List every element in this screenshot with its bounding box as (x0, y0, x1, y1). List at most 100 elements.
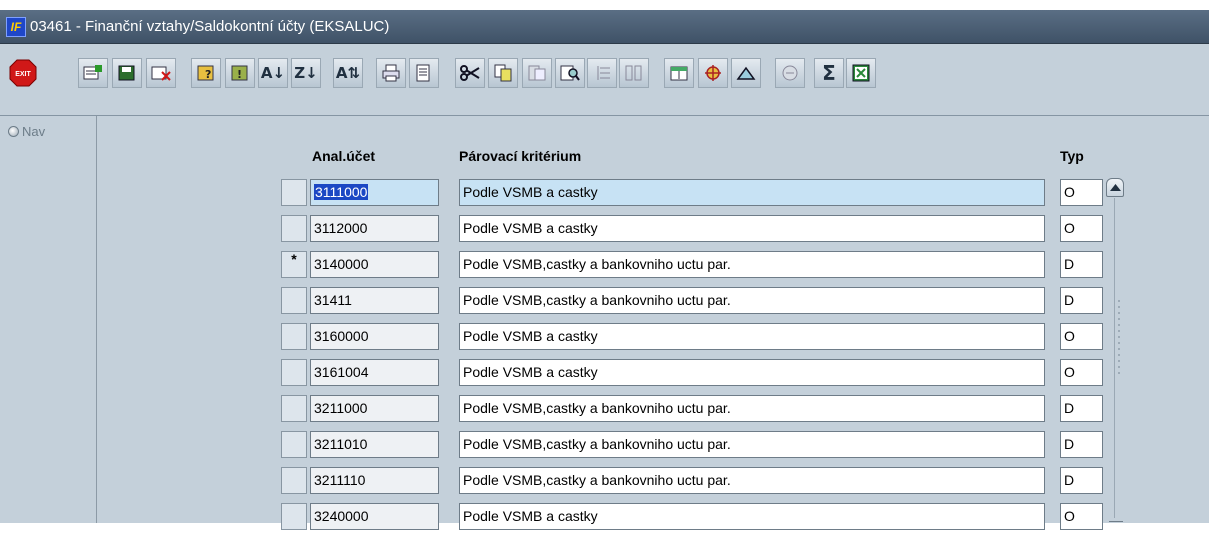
account-code-field[interactable]: 3111000 (310, 179, 439, 206)
app-icon: IF (6, 17, 26, 37)
account-code-field[interactable]: 3161004 (310, 359, 439, 386)
cut-icon (460, 65, 480, 81)
record-indicator[interactable] (281, 431, 307, 458)
exit-button[interactable]: EXIT (8, 58, 38, 88)
record-indicator[interactable] (281, 467, 307, 494)
type-field[interactable]: D (1060, 467, 1103, 494)
scroll-end (1109, 521, 1123, 522)
table-row[interactable]: 3211010 Podle VSMB,castky a bankovniho uc… (97, 428, 1209, 464)
navigation-panel: Nav (0, 116, 97, 523)
record-indicator[interactable] (281, 287, 307, 314)
table-row[interactable]: 3112000 Podle VSMB a castky O (97, 212, 1209, 248)
matching-criterion-field[interactable]: Podle VSMB,castky a bankovniho uctu par. (459, 467, 1045, 494)
record-indicator[interactable] (281, 215, 307, 242)
vertical-scrollbar[interactable] (1106, 178, 1124, 523)
records-block: Anal.účet Párovací kritérium Typ 3111000… (97, 116, 1209, 530)
account-code-field[interactable]: 3140000 (310, 251, 439, 278)
record-indicator[interactable] (281, 323, 307, 350)
matching-criterion-field[interactable]: Podle VSMB,castky a bankovniho uctu par. (459, 287, 1045, 314)
export-button[interactable] (664, 58, 694, 88)
matching-criterion-field[interactable]: Podle VSMB a castky (459, 179, 1045, 206)
type-field[interactable]: D (1060, 395, 1103, 422)
matching-criterion-field[interactable]: Podle VSMB a castky (459, 359, 1045, 386)
settings-button[interactable] (698, 58, 728, 88)
nav-label: Nav (22, 124, 46, 139)
column-header-type: Typ (1060, 148, 1084, 164)
account-code-field[interactable]: 3160000 (310, 323, 439, 350)
print-preview-button[interactable] (409, 58, 439, 88)
account-code-field[interactable]: 3240000 (310, 503, 439, 530)
table-row[interactable]: 3211110 Podle VSMB,castky a bankovniho uc… (97, 464, 1209, 500)
table-row[interactable]: 31411 Podle VSMB,castky a bankovniho uctu… (97, 284, 1209, 320)
copy-button[interactable] (488, 58, 518, 88)
chart-button[interactable] (731, 58, 761, 88)
table-row[interactable]: 3211000 Podle VSMB,castky a bankovniho uc… (97, 392, 1209, 428)
excel-button[interactable] (846, 58, 876, 88)
insert-record-button[interactable] (78, 58, 108, 88)
matching-criterion-field[interactable]: Podle VSMB a castky (459, 503, 1045, 530)
record-indicator[interactable] (281, 395, 307, 422)
type-field[interactable]: O (1060, 359, 1103, 386)
insert-record-icon (83, 65, 102, 80)
save-record-icon (118, 65, 135, 81)
account-code-field[interactable]: 3211110 (310, 467, 439, 494)
sort-descending-icon: Z↓ (294, 63, 318, 82)
query-enter-button[interactable]: ? (191, 58, 221, 88)
sort-multi-button[interactable]: A⇅ (333, 58, 363, 88)
sort-ascending-icon: A↓ (260, 63, 286, 82)
scroll-grip[interactable] (1117, 298, 1121, 378)
chart-icon (736, 66, 756, 80)
delete-record-button[interactable] (146, 58, 176, 88)
table-row[interactable]: 3161004 Podle VSMB a castky O (97, 356, 1209, 392)
table-row[interactable]: 3160000 Podle VSMB a castky O (97, 320, 1209, 356)
column-header-criterion: Párovací kritérium (459, 148, 582, 164)
calculator-button[interactable] (775, 58, 805, 88)
account-code-field[interactable]: 3211000 (310, 395, 439, 422)
matching-criterion-field[interactable]: Podle VSMB a castky (459, 323, 1045, 350)
type-field[interactable]: D (1060, 431, 1103, 458)
account-code-field[interactable]: 3112000 (310, 215, 439, 242)
radio-icon (8, 126, 19, 137)
record-indicator[interactable] (281, 359, 307, 386)
exit-icon: EXIT (9, 59, 37, 87)
type-field[interactable]: O (1060, 503, 1103, 530)
record-indicator[interactable] (281, 503, 307, 530)
type-field[interactable]: O (1060, 215, 1103, 242)
list-button[interactable] (587, 58, 617, 88)
nav-radio[interactable]: Nav (8, 124, 45, 139)
record-indicator[interactable]: * (281, 251, 307, 278)
matching-criterion-field[interactable]: Podle VSMB a castky (459, 215, 1045, 242)
toolbar: EXIT ? ! A↓ Z↓ A⇅ Σ (0, 44, 1209, 116)
type-field[interactable]: O (1060, 323, 1103, 350)
print-button[interactable] (376, 58, 406, 88)
sum-icon: Σ (822, 61, 836, 85)
table-row[interactable]: 3111000 Podle VSMB a castky O (97, 176, 1209, 212)
find-button[interactable] (555, 58, 585, 88)
paste-button[interactable] (522, 58, 552, 88)
type-field[interactable]: D (1060, 251, 1103, 278)
sort-descending-button[interactable]: Z↓ (291, 58, 321, 88)
query-execute-button[interactable]: ! (225, 58, 255, 88)
matching-criterion-field[interactable]: Podle VSMB,castky a bankovniho uctu par. (459, 251, 1045, 278)
type-field[interactable]: O (1060, 179, 1103, 206)
record-indicator[interactable] (281, 179, 307, 206)
scroll-up-button[interactable] (1106, 178, 1124, 197)
matching-criterion-field[interactable]: Podle VSMB,castky a bankovniho uctu par. (459, 395, 1045, 422)
delete-record-icon (151, 66, 171, 81)
account-code-field[interactable]: 31411 (310, 287, 439, 314)
matching-criterion-field[interactable]: Podle VSMB,castky a bankovniho uctu par. (459, 431, 1045, 458)
table-row[interactable]: * 3140000 Podle VSMB,castky a bankovniho u… (97, 248, 1209, 284)
sort-ascending-button[interactable]: A↓ (258, 58, 288, 88)
account-code-field[interactable]: 3211010 (310, 431, 439, 458)
cut-button[interactable] (455, 58, 485, 88)
svg-text:?: ? (205, 68, 211, 81)
save-record-button[interactable] (112, 58, 142, 88)
window-title: 03461 - Finanční vztahy/Saldokontní účty… (30, 18, 390, 35)
sort-multi-icon: A⇅ (335, 63, 361, 82)
columns-button[interactable] (619, 58, 649, 88)
sum-button[interactable]: Σ (814, 58, 844, 88)
arrow-up-icon (1110, 184, 1121, 191)
table-row[interactable]: 3240000 Podle VSMB a castky O (97, 500, 1209, 536)
query-execute-icon: ! (231, 65, 248, 81)
type-field[interactable]: D (1060, 287, 1103, 314)
